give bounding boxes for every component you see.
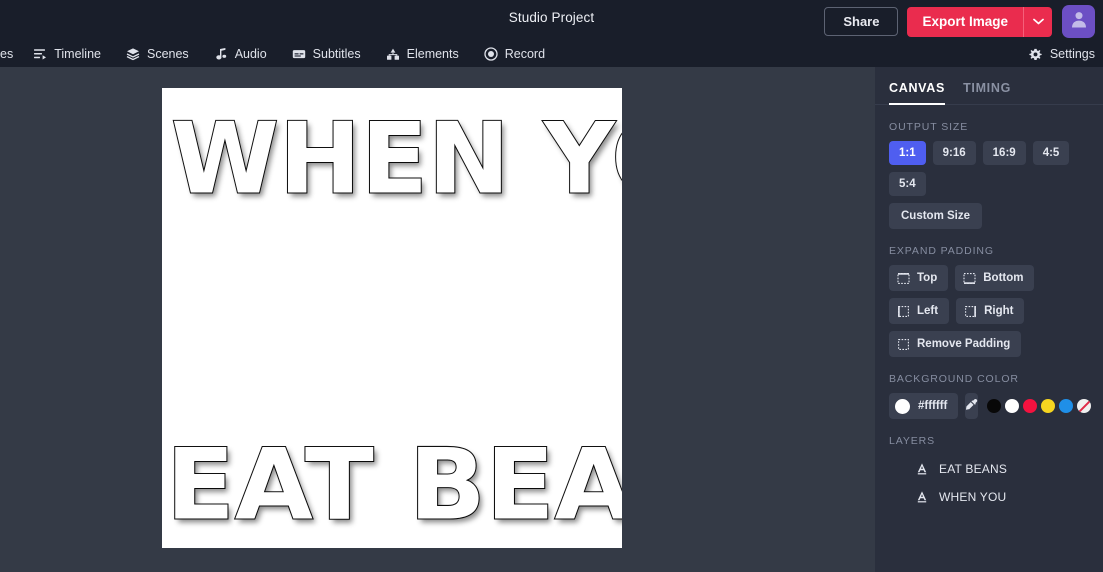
padding-bottom-icon	[963, 272, 976, 285]
workspace: WHEN YOU EAT BEANS	[0, 67, 875, 572]
design-canvas[interactable]: WHEN YOU EAT BEANS	[162, 88, 622, 548]
toolbar-item-record-label: Record	[504, 47, 546, 61]
custom-size-row: Custom Size	[889, 203, 1089, 229]
settings-button[interactable]: Settings	[1029, 41, 1095, 67]
toolbar-item-record[interactable]: Record	[484, 41, 545, 67]
swatch-black[interactable]	[987, 399, 1002, 413]
ratio-button-4-5[interactable]: 4:5	[1032, 141, 1070, 165]
swatch-red[interactable]	[1023, 399, 1038, 413]
padding-right-label: Right	[984, 305, 1014, 317]
main-toolbar: es Timeline Scenes Audio Subtitles Eleme…	[0, 41, 1103, 67]
swatch-blue[interactable]	[1059, 399, 1074, 413]
padding-bottom-button[interactable]: Bottom	[955, 265, 1035, 291]
swatch-yellow[interactable]	[1041, 399, 1056, 413]
current-color-swatch	[895, 398, 910, 414]
layers-section: LAYERS EAT BEANS WHEN YOU	[875, 435, 1103, 511]
ratio-button-1-1[interactable]: 1:1	[889, 141, 926, 165]
layer-item-when-you[interactable]: WHEN YOU	[889, 483, 1089, 511]
swatch-none[interactable]	[1077, 399, 1092, 413]
padding-top-label: Top	[917, 272, 938, 284]
aspect-ratio-group: 1:1 9:16 16:9 4:5 5:4	[889, 141, 1089, 196]
padding-left-icon	[897, 305, 910, 318]
toolbar-item-timeline-label: Timeline	[54, 47, 101, 61]
export-options-caret-button[interactable]	[1023, 6, 1052, 37]
tab-timing[interactable]: TIMING	[963, 81, 1011, 105]
ratio-button-5-4[interactable]: 5:4	[889, 172, 926, 196]
padding-row-3: Remove Padding	[889, 331, 1089, 357]
tab-canvas[interactable]: CANVAS	[889, 81, 946, 105]
ratio-button-16-9[interactable]: 16:9	[982, 141, 1026, 165]
record-circle-icon	[484, 47, 498, 61]
shapes-icon	[386, 47, 400, 61]
properties-panel: CANVAS TIMING OUTPUT SIZE 1:1 9:16 16:9 …	[875, 67, 1103, 572]
color-swatch-list	[987, 399, 1092, 413]
export-button-group: Export Image	[907, 6, 1052, 37]
toolbar-item-clipped-label: es	[0, 47, 14, 61]
background-color-title: BACKGROUND COLOR	[889, 373, 1019, 385]
padding-right-button[interactable]: Right	[956, 298, 1025, 324]
timeline-icon	[33, 47, 47, 61]
layers-title: LAYERS	[889, 435, 936, 447]
top-bar-actions: Share Export Image	[824, 5, 1095, 38]
top-bar: Studio Project Share Export Image	[0, 0, 1103, 41]
padding-left-label: Left	[917, 305, 939, 317]
toolbar-item-audio[interactable]: Audio	[214, 41, 267, 67]
toolbar-item-subtitles-label: Subtitles	[312, 47, 361, 61]
canvas-text-when-you[interactable]: WHEN YOU	[170, 109, 622, 209]
padding-right-icon	[964, 305, 977, 318]
chevron-down-icon	[1032, 18, 1044, 25]
toolbar-item-timeline[interactable]: Timeline	[33, 41, 101, 67]
expand-padding-title: EXPAND PADDING	[889, 245, 994, 257]
padding-top-button[interactable]: Top	[889, 265, 949, 291]
layer-name: WHEN YOU	[939, 490, 1007, 504]
text-layer-icon	[915, 490, 929, 504]
padding-remove-icon	[897, 338, 910, 351]
canvas-text-eat-beans[interactable]: EAT BEANS	[165, 435, 622, 535]
expand-padding-section: EXPAND PADDING Top Bottom Left Right Rem…	[875, 245, 1103, 357]
padding-bottom-label: Bottom	[983, 272, 1024, 284]
toolbar-item-elements-label: Elements	[406, 47, 459, 61]
toolbar-item-scenes-label: Scenes	[146, 47, 189, 61]
padding-row-2: Left Right	[889, 298, 1089, 324]
share-button[interactable]: Share	[824, 7, 899, 36]
output-size-section: OUTPUT SIZE 1:1 9:16 16:9 4:5 5:4 Custom…	[875, 121, 1103, 229]
eyedropper-icon	[965, 398, 978, 414]
ratio-button-9-16[interactable]: 9:16	[932, 141, 976, 165]
padding-top-icon	[897, 272, 910, 285]
remove-padding-button[interactable]: Remove Padding	[889, 331, 1022, 357]
toolbar-item-scenes[interactable]: Scenes	[126, 41, 189, 67]
avatar[interactable]	[1062, 5, 1095, 38]
output-size-title: OUTPUT SIZE	[889, 121, 969, 133]
toolbar-item-subtitles[interactable]: Subtitles	[292, 41, 361, 67]
music-note-icon	[214, 47, 228, 61]
toolbar-item-audio-label: Audio	[234, 47, 267, 61]
toolbar-item-clipped[interactable]: es	[0, 41, 13, 67]
text-layer-icon	[915, 462, 929, 476]
settings-label: Settings	[1049, 47, 1095, 61]
export-image-button[interactable]: Export Image	[907, 6, 1023, 37]
captions-icon	[292, 47, 306, 61]
background-color-section: BACKGROUND COLOR #ffffff	[875, 373, 1103, 419]
eyedropper-button[interactable]	[965, 393, 979, 419]
layers-stack-icon	[126, 47, 140, 61]
layer-name: EAT BEANS	[939, 462, 1008, 476]
toolbar-item-elements[interactable]: Elements	[386, 41, 459, 67]
layer-item-eat-beans[interactable]: EAT BEANS	[889, 455, 1089, 483]
gear-icon	[1029, 47, 1043, 61]
padding-left-button[interactable]: Left	[889, 298, 950, 324]
background-color-field[interactable]: #ffffff	[889, 393, 959, 419]
background-color-hex: #ffffff	[918, 400, 948, 412]
app-root: Studio Project Share Export Image es Tim…	[0, 0, 1103, 572]
background-color-controls: #ffffff	[889, 393, 1092, 419]
user-avatar-icon	[1069, 9, 1089, 34]
remove-padding-label: Remove Padding	[917, 338, 1011, 350]
padding-row-1: Top Bottom	[889, 265, 1089, 291]
swatch-white[interactable]	[1005, 399, 1020, 413]
panel-tabs: CANVAS TIMING	[875, 67, 1103, 105]
custom-size-button[interactable]: Custom Size	[889, 203, 983, 229]
